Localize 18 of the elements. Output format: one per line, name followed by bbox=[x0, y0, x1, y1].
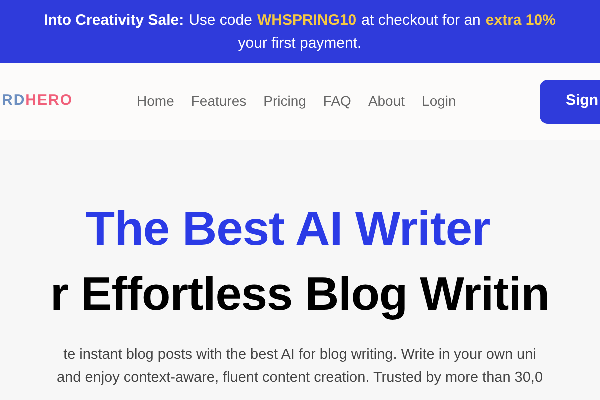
sign-up-button[interactable]: Sign bbox=[540, 80, 600, 124]
nav-link[interactable]: About bbox=[368, 91, 406, 112]
logo[interactable]: RDHERO bbox=[2, 90, 74, 113]
headline-line: r Effortless Blog Writin bbox=[50, 266, 550, 322]
banner-text: Use code bbox=[189, 10, 252, 30]
banner-text: your first payment. bbox=[238, 34, 362, 54]
nav-link[interactable]: Features bbox=[191, 91, 247, 112]
nav-link[interactable]: Login bbox=[422, 91, 456, 112]
banner-text: Into Creativity Sale: bbox=[44, 10, 184, 30]
banner-text: at checkout for an bbox=[362, 10, 481, 30]
headline-line: The Best AI Writer bbox=[86, 202, 490, 258]
nav-link[interactable]: Home bbox=[137, 91, 174, 112]
banner-text: WHSPRING10 bbox=[257, 10, 357, 30]
hero-description: and enjoy context-aware, fluent content creation. Trusted by more than 30,0 bbox=[56, 369, 544, 388]
nav-link[interactable]: Pricing bbox=[264, 91, 306, 112]
hero-description: te instant blog posts with the best AI for blog writing. Write in your own uni bbox=[64, 346, 536, 365]
nav-link[interactable]: FAQ bbox=[323, 91, 352, 112]
banner-text: extra 10% bbox=[486, 10, 556, 30]
